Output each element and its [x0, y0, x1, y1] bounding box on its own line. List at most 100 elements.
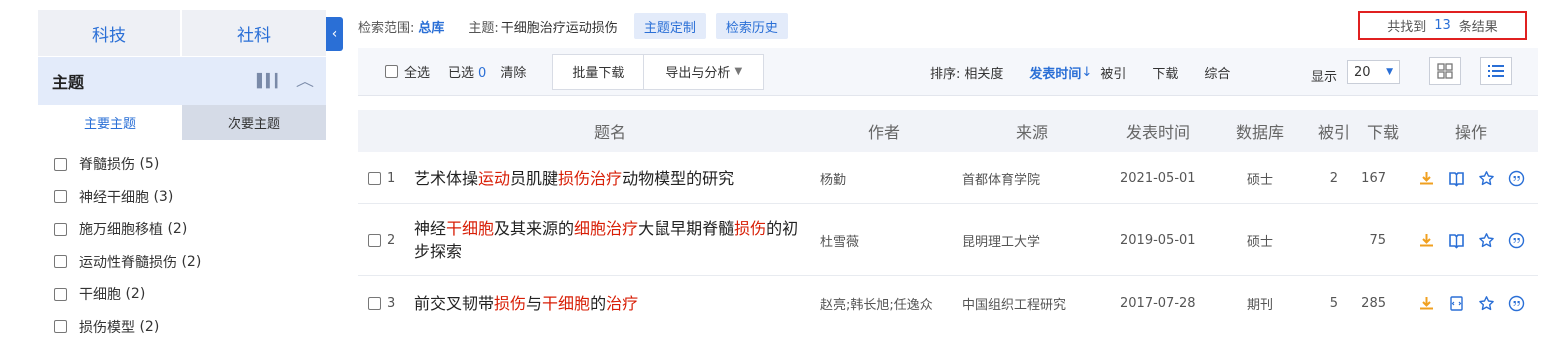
clear-button[interactable]: 清除 [500, 62, 526, 81]
search-history-button[interactable]: 检索历史 [715, 13, 788, 39]
tab-science-tech[interactable]: 科技 [38, 10, 180, 56]
collapse-sidebar-button[interactable]: ‹ [326, 17, 343, 51]
title-segment: 艺术体操 [414, 168, 479, 188]
row-title-text: 神经干细胞及其来源的细胞治疗大鼠早期脊髓损伤的初步探索 [414, 217, 804, 263]
read-icon[interactable] [1448, 232, 1465, 249]
checkbox[interactable] [54, 157, 67, 171]
read-icon[interactable] [1448, 170, 1465, 187]
quote-icon[interactable] [1508, 295, 1525, 312]
col-database: 数据库 [1236, 123, 1285, 142]
row-author[interactable]: 杨勤 [820, 152, 846, 204]
sort-download[interactable]: 下载 [1152, 63, 1178, 82]
download-icon[interactable] [1418, 232, 1435, 249]
row-checkbox[interactable] [368, 171, 381, 185]
facet-item[interactable]: 运动性脊髓损伤 (2) [38, 246, 326, 279]
tab-social-science[interactable]: 社科 [182, 10, 326, 56]
facet-item[interactable]: 神经干细胞 (3) [38, 181, 326, 214]
chart-icon[interactable]: ▌▍▎ [257, 74, 285, 89]
sort-relevance[interactable]: 相关度 [964, 63, 1003, 82]
row-title-link[interactable]: 前交叉韧带损伤与干细胞的治疗 [414, 276, 804, 330]
scope-value[interactable]: 总库 [418, 17, 444, 36]
favorite-icon[interactable] [1478, 170, 1495, 187]
keyword-highlight: 治疗 [606, 293, 639, 313]
row-cited: 2 [1329, 170, 1338, 186]
chevron-up-icon[interactable]: ︿ [296, 71, 314, 91]
select-all-checkbox[interactable] [385, 65, 398, 78]
selected-label: 已选 [448, 66, 475, 81]
facet-header[interactable]: 主题 ▌▍▎ ︿ [38, 57, 326, 105]
facet-sidebar: 科技 社科 主题 ▌▍▎ ︿ 主要主题 次要主题 脊髓损伤 (5) 神经干细胞 … [38, 10, 326, 345]
title-segment: 前交叉韧带 [414, 293, 495, 313]
col-author: 作者 [868, 123, 901, 142]
search-info-bar: 检索范围: 总库 主题: 干细胞治疗运动损伤 主题定制 检索历史 [358, 12, 798, 40]
row-checkbox[interactable] [368, 296, 381, 310]
row-title-link[interactable]: 神经干细胞及其来源的细胞治疗大鼠早期脊髓损伤的初步探索 [414, 204, 804, 276]
row-title-text: 前交叉韧带损伤与干细胞的治疗 [414, 292, 638, 315]
facet-count: (2) [125, 286, 146, 303]
checkbox[interactable] [54, 190, 67, 204]
favorite-icon[interactable] [1478, 295, 1495, 312]
download-icon[interactable] [1418, 295, 1435, 312]
row-author[interactable]: 赵亮;韩长旭;任逸众 [820, 276, 933, 330]
checkbox[interactable] [54, 287, 67, 301]
keyword-highlight: 干细胞 [542, 293, 591, 313]
html-icon[interactable] [1448, 295, 1465, 312]
facet-label: 运动性脊髓损伤 [79, 254, 177, 271]
export-analysis-dropdown[interactable]: 导出与分析 ▼ [644, 53, 765, 90]
row-source[interactable]: 首都体育学院 [962, 152, 1040, 204]
row-date: 2017-07-28 [1120, 295, 1196, 311]
favorite-icon[interactable] [1478, 232, 1495, 249]
title-segment: 与 [526, 293, 543, 313]
row-database: 期刊 [1247, 297, 1274, 313]
col-downloads: 下载 [1367, 123, 1400, 142]
title-segment: 大鼠早期脊髓 [638, 219, 735, 238]
row-date: 2021-05-01 [1120, 170, 1196, 186]
checkbox[interactable] [54, 320, 67, 334]
result-suffix: 条结果 [1458, 20, 1498, 35]
tab-secondary-topic[interactable]: 次要主题 [182, 105, 326, 140]
row-author[interactable]: 杜雪薇 [820, 204, 859, 276]
sort-comprehensive[interactable]: 综合 [1204, 63, 1230, 82]
quote-icon[interactable] [1508, 170, 1525, 187]
page-size-select[interactable]: 20 ▼ [1347, 60, 1401, 84]
facet-item[interactable]: 损伤模型 (2) [38, 311, 326, 344]
result-number: 13 [1434, 18, 1451, 33]
checkbox[interactable] [54, 222, 67, 236]
topic-label: 主题: [468, 20, 499, 36]
sort-date[interactable]: 发表时间 [1029, 63, 1081, 82]
row-source[interactable]: 中国组织工程研究 [962, 276, 1066, 330]
select-all[interactable]: 全选 [385, 62, 430, 81]
row-title-link[interactable]: 艺术体操运动员肌腱损伤治疗动物模型的研究 [414, 152, 804, 204]
row-checkbox[interactable] [368, 233, 381, 247]
batch-download-button[interactable]: 批量下载 [552, 53, 645, 90]
row-source[interactable]: 昆明理工大学 [962, 204, 1040, 276]
selected-number[interactable]: 0 [478, 66, 486, 81]
list-view-button[interactable] [1480, 57, 1512, 85]
facet-count: (3) [153, 188, 174, 205]
topic-custom-button[interactable]: 主题定制 [633, 13, 706, 39]
sort-cited[interactable]: 被引 [1100, 63, 1126, 82]
row-database: 硕士 [1247, 234, 1274, 250]
title-segment: 员肌腱 [510, 168, 559, 188]
tab-main-topic[interactable]: 主要主题 [38, 105, 182, 140]
export-label: 导出与分析 [665, 66, 731, 81]
facet-count: (5) [139, 156, 160, 173]
grid-view-button[interactable] [1429, 57, 1461, 85]
download-icon[interactable] [1418, 170, 1435, 187]
title-segment: 的 [590, 293, 607, 313]
facet-item[interactable]: 施万细胞移植 (2) [38, 213, 326, 246]
selected-count: 已选 0 [448, 62, 486, 81]
row-downloads: 75 [1369, 232, 1386, 248]
grid-icon [1437, 63, 1453, 79]
caret-down-icon: ▼ [734, 66, 743, 77]
quote-icon[interactable] [1508, 232, 1525, 249]
facet-item[interactable]: 干细胞 (2) [38, 278, 326, 311]
table-row: 3 前交叉韧带损伤与干细胞的治疗 赵亮;韩长旭;任逸众 中国组织工程研究 201… [358, 276, 1538, 330]
list-icon [1488, 65, 1504, 77]
col-operations: 操作 [1455, 123, 1488, 142]
checkbox[interactable] [54, 255, 67, 269]
row-title-text: 艺术体操运动员肌腱损伤治疗动物模型的研究 [414, 167, 734, 190]
facet-item[interactable]: 脊髓损伤 (5) [38, 148, 326, 181]
facet-count: (2) [181, 253, 202, 270]
row-cited: 5 [1329, 295, 1338, 311]
